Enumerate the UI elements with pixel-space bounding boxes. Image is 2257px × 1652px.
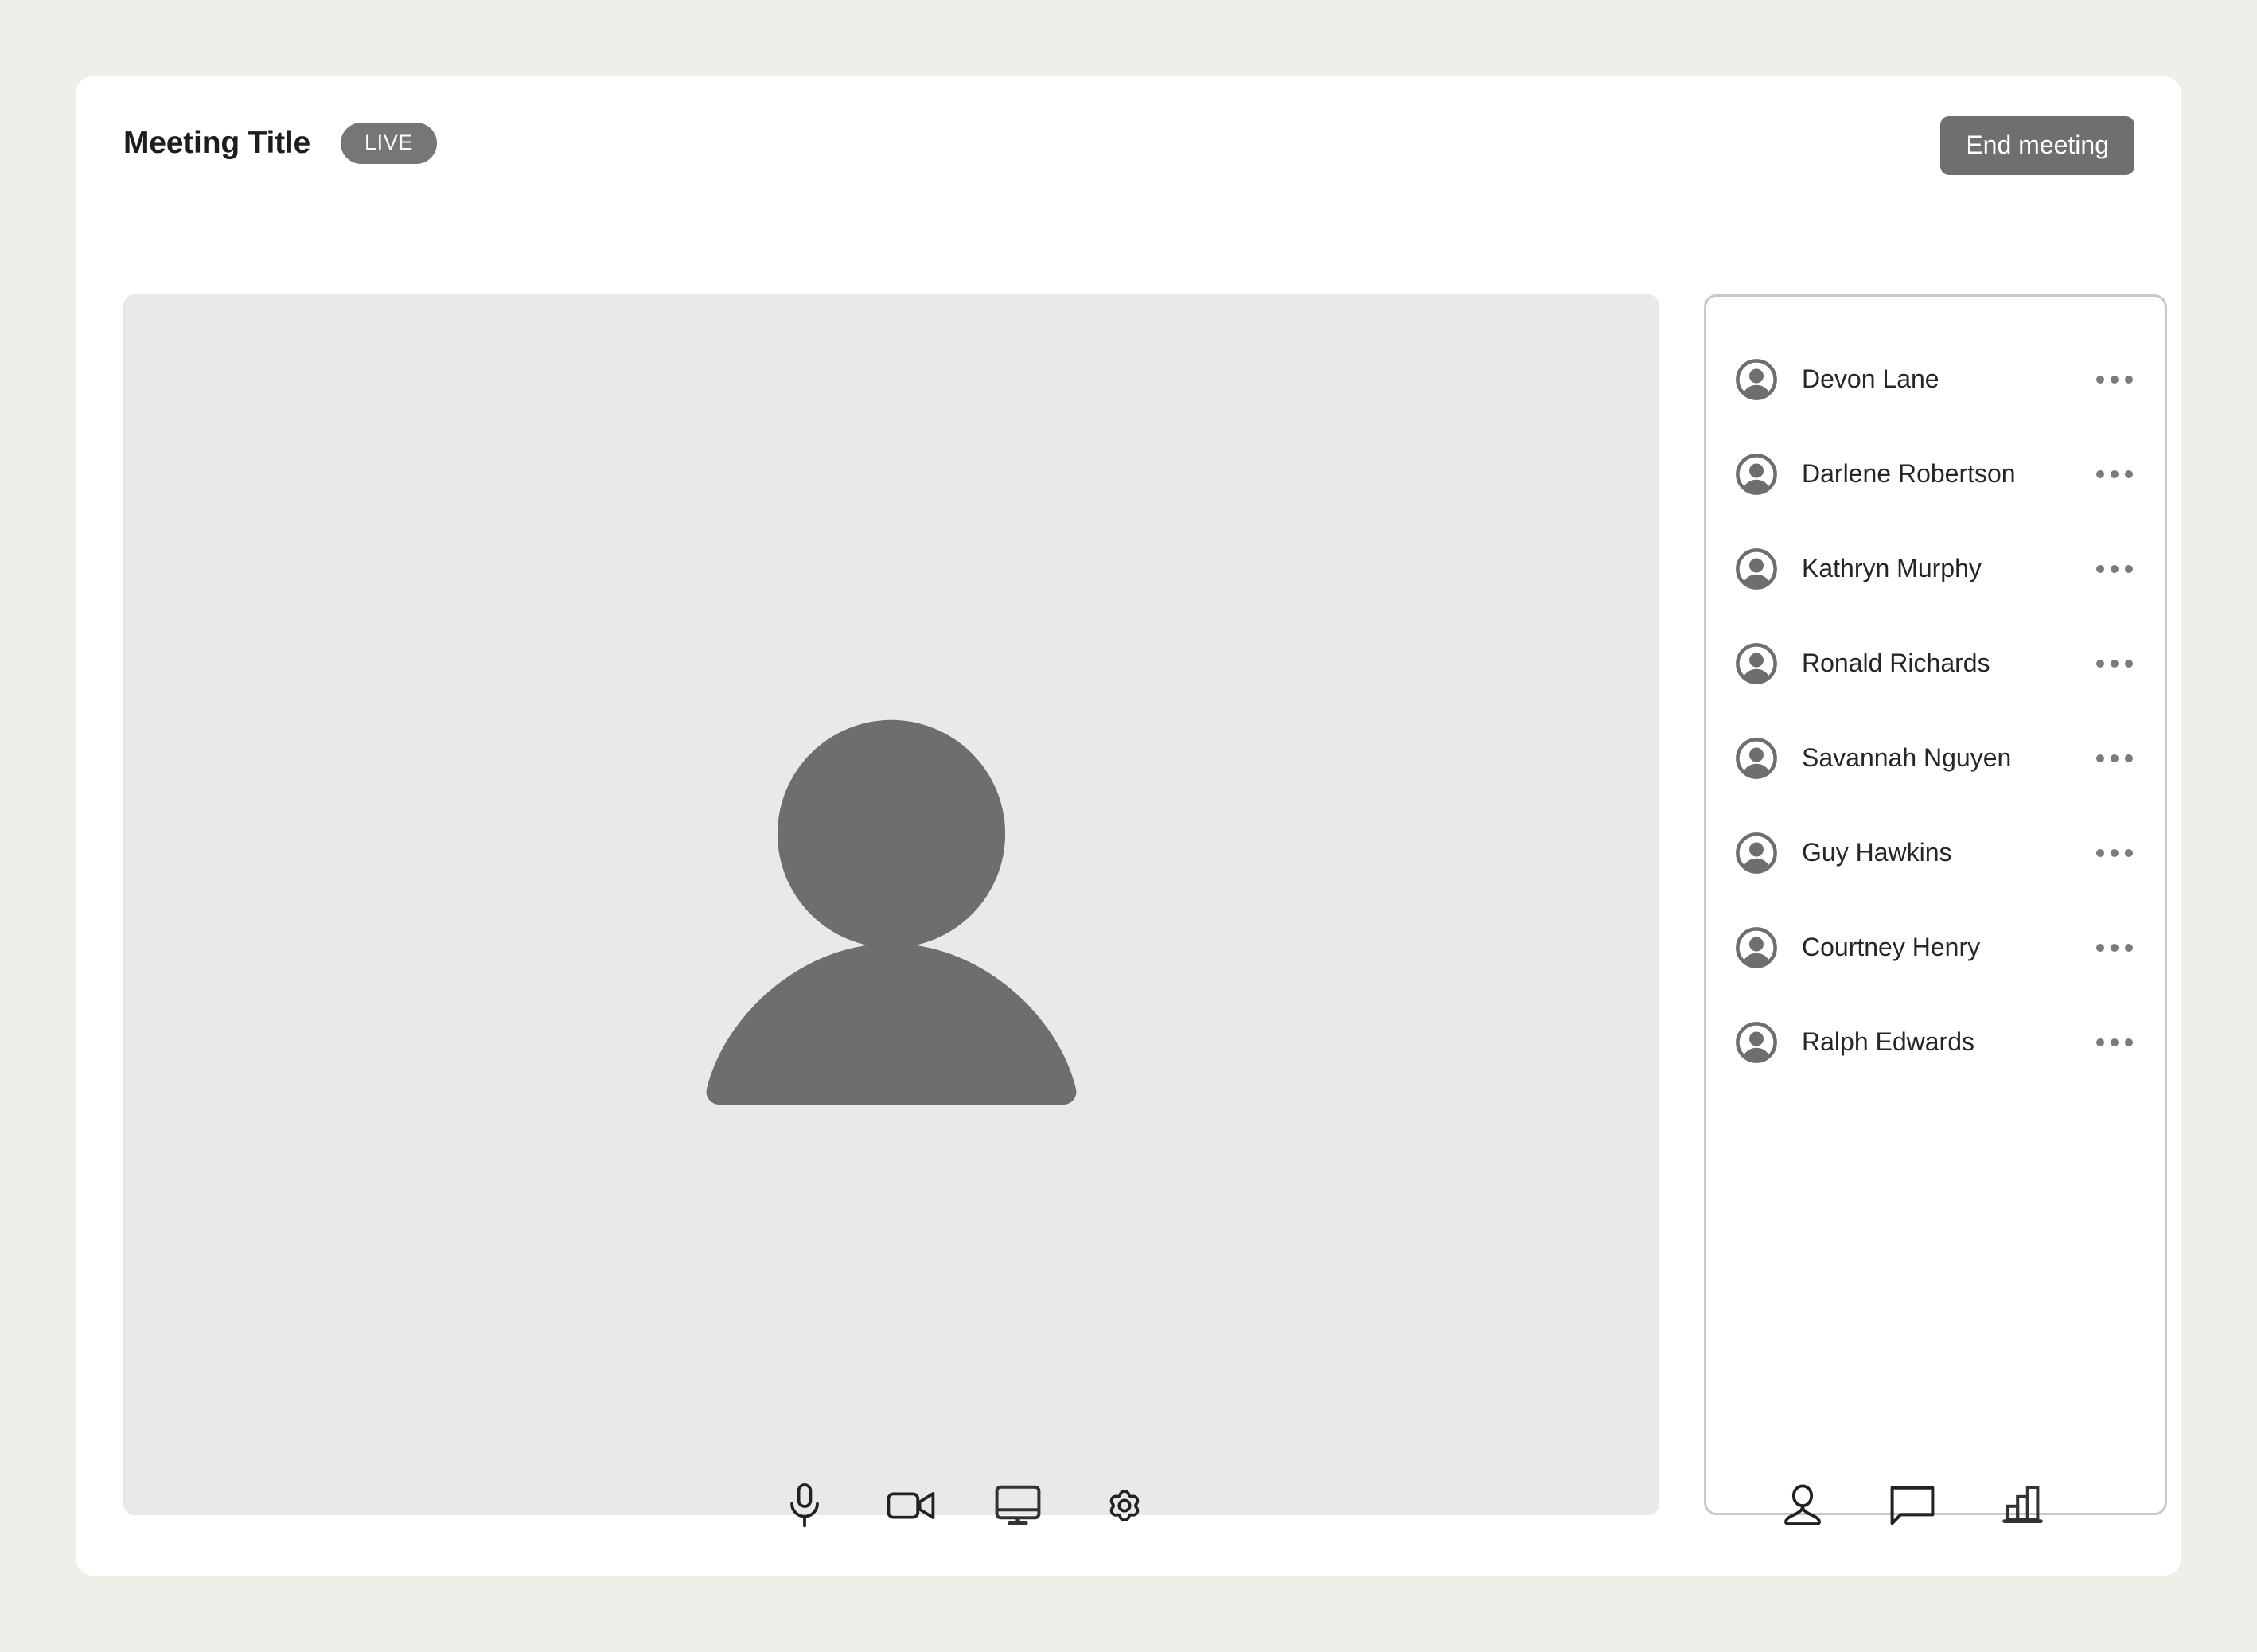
media-controls-group [776, 1477, 1153, 1534]
more-options-icon[interactable] [2095, 650, 2134, 677]
more-options-icon[interactable] [2095, 555, 2134, 582]
meeting-toolbar [76, 1453, 2181, 1576]
participant-row[interactable]: Courtney Henry [1706, 900, 2165, 995]
panel-controls-group [1774, 1477, 2051, 1534]
gear-icon[interactable] [1096, 1477, 1153, 1534]
more-options-icon[interactable] [2095, 366, 2134, 393]
participant-row[interactable]: Guy Hawkins [1706, 805, 2165, 900]
user-circle-icon [1735, 642, 1778, 685]
user-circle-icon [1735, 358, 1778, 401]
participant-name: Ralph Edwards [1802, 1027, 1974, 1056]
user-circle-icon [1735, 832, 1778, 875]
header-left-group: Meeting Title LIVE [123, 123, 437, 164]
participant-row[interactable]: Ronald Richards [1706, 616, 2165, 711]
end-meeting-button[interactable]: End meeting [1940, 116, 2134, 175]
user-circle-icon [1735, 737, 1778, 780]
video-stage[interactable] [123, 294, 1659, 1515]
user-circle-icon [1735, 1021, 1778, 1064]
more-options-icon[interactable] [2095, 1029, 2134, 1056]
participant-name: Guy Hawkins [1802, 838, 1952, 867]
app-header: Meeting Title LIVE End meeting [76, 76, 2181, 204]
more-options-icon[interactable] [2095, 840, 2134, 867]
microphone-icon[interactable] [776, 1477, 833, 1534]
participant-row[interactable]: Kathryn Murphy [1706, 521, 2165, 616]
participant-row[interactable]: Darlene Robertson [1706, 427, 2165, 521]
participant-name: Courtney Henry [1802, 933, 1981, 961]
meeting-body: Devon Lane Darlene Robertson Kathryn Mur… [76, 220, 2181, 1515]
user-circle-icon [1735, 547, 1778, 590]
person-silhouette-icon [676, 690, 1106, 1120]
status-badge-live: LIVE [341, 123, 437, 164]
participant-name: Devon Lane [1802, 364, 1939, 393]
stats-icon[interactable] [1994, 1477, 2051, 1534]
chat-icon[interactable] [1884, 1477, 1941, 1534]
participant-row[interactable]: Devon Lane [1706, 332, 2165, 427]
participants-panel: Devon Lane Darlene Robertson Kathryn Mur… [1704, 294, 2167, 1515]
meeting-app-card: Meeting Title LIVE End meeting Devon Lan… [76, 76, 2181, 1576]
screen-share-icon[interactable] [989, 1477, 1047, 1534]
participant-name: Kathryn Murphy [1802, 554, 1982, 582]
participant-name: Darlene Robertson [1802, 459, 2016, 488]
more-options-icon[interactable] [2095, 934, 2134, 961]
video-camera-icon[interactable] [883, 1477, 940, 1534]
participant-row[interactable]: Savannah Nguyen [1706, 711, 2165, 805]
page-title: Meeting Title [123, 126, 311, 160]
participant-name: Ronald Richards [1802, 649, 1990, 677]
user-circle-icon [1735, 926, 1778, 969]
participant-name: Savannah Nguyen [1802, 743, 2012, 772]
user-circle-icon [1735, 453, 1778, 496]
more-options-icon[interactable] [2095, 461, 2134, 488]
participants-icon[interactable] [1774, 1477, 1831, 1534]
more-options-icon[interactable] [2095, 745, 2134, 772]
participant-row[interactable]: Ralph Edwards [1706, 995, 2165, 1089]
